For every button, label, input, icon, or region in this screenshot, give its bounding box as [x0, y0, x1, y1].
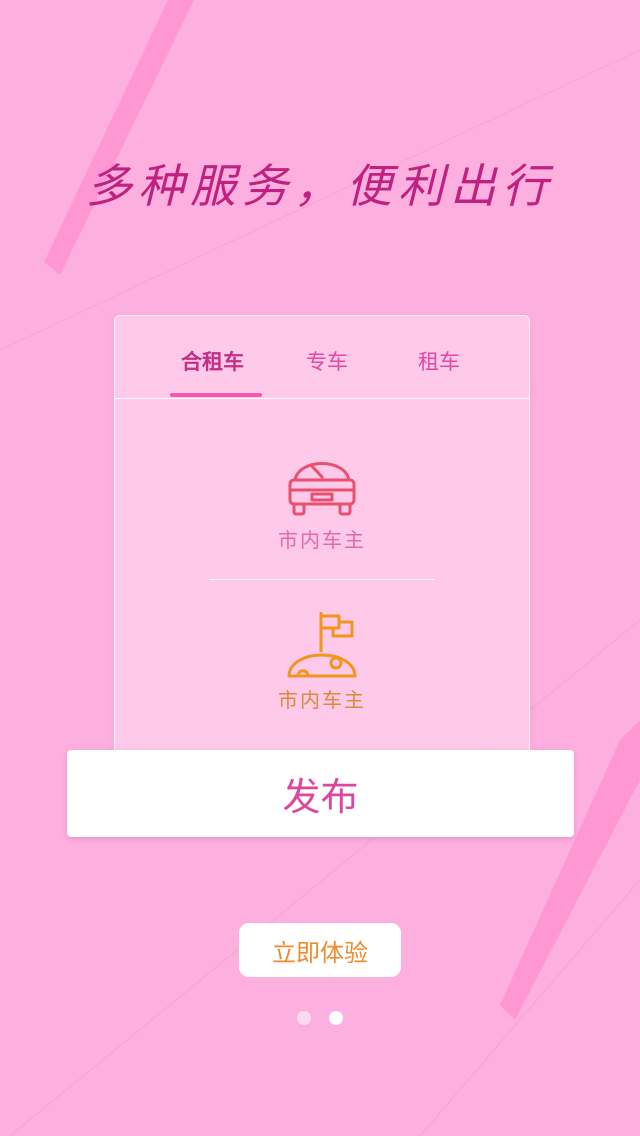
- page-indicator-dot: [297, 1011, 311, 1025]
- service-tabs: 合租车 专车 租车: [115, 316, 529, 399]
- tab-rental-car[interactable]: 租车: [418, 346, 460, 376]
- option-label: 市内车主: [278, 688, 366, 712]
- tab-shared-car[interactable]: 合租车: [181, 346, 244, 376]
- option-divider: [209, 579, 435, 580]
- try-now-button[interactable]: 立即体验: [239, 923, 401, 977]
- page-headline: 多种服务，便利出行: [86, 159, 554, 213]
- option-label: 市内车主: [278, 528, 366, 552]
- publish-button[interactable]: 发布: [67, 750, 574, 837]
- page-indicator-dot-active: [329, 1011, 343, 1025]
- option-city-owner-flag[interactable]: 市内车主: [115, 608, 529, 713]
- car-icon: [288, 462, 356, 516]
- service-card: 合租车 专车 租车 市内车主 市内车主: [114, 315, 530, 757]
- option-city-owner-car[interactable]: 市内车主: [115, 452, 529, 553]
- flag-icon: [287, 612, 357, 678]
- tab-active-indicator: [170, 393, 262, 397]
- tab-private-car[interactable]: 专车: [306, 346, 348, 376]
